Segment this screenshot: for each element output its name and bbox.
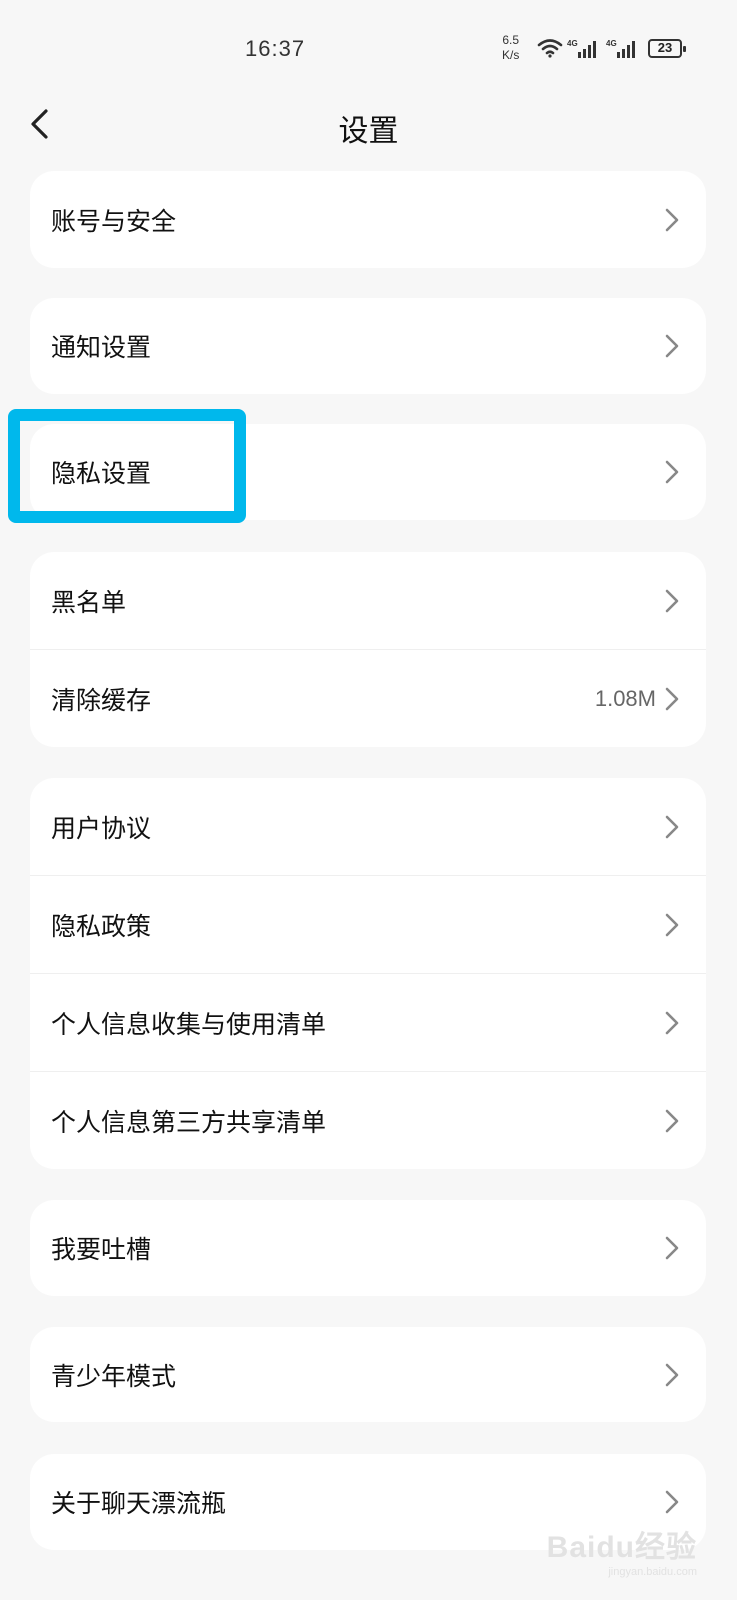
chevron-right-icon [665, 1109, 679, 1132]
status-bar: 16:37 6.5 K/s 4G 4G 23 [0, 0, 737, 92]
chevron-right-icon [665, 913, 679, 936]
setting-item-label: 账号与安全 [51, 206, 177, 236]
cache-size-value: 1.08M [594, 685, 656, 711]
chevron-right-icon [665, 208, 679, 231]
cellular-signal-1-icon: 4G [567, 39, 596, 58]
chevron-right-icon [665, 460, 679, 484]
chevron-right-icon [665, 1236, 679, 1260]
network-speed: 6.5 K/s [502, 33, 519, 63]
setting-item-label: 青少年模式 [51, 1361, 177, 1391]
battery-icon: 23 [648, 39, 686, 58]
chevron-right-icon [665, 1011, 679, 1034]
header: 设置 [0, 92, 737, 156]
setting-item-notification[interactable]: 通知设置 [30, 298, 706, 394]
chevron-right-icon [665, 334, 679, 358]
setting-item-clear-cache[interactable]: 清除缓存 1.08M [30, 649, 706, 747]
network-type-2: 4G [606, 39, 617, 48]
chevron-right-icon [665, 1490, 679, 1514]
setting-item-label: 隐私政策 [51, 911, 152, 941]
battery-level: 23 [657, 40, 673, 55]
setting-item-feedback[interactable]: 我要吐槽 [30, 1200, 706, 1296]
chevron-right-icon [665, 815, 679, 838]
setting-item-label: 我要吐槽 [51, 1235, 152, 1264]
network-type-1: 4G [567, 39, 578, 48]
settings-group-teen-mode: 青少年模式 [30, 1327, 706, 1422]
settings-group-notification: 通知设置 [30, 298, 706, 394]
settings-group-feedback: 我要吐槽 [30, 1200, 706, 1296]
setting-item-user-agreement[interactable]: 用户协议 [30, 778, 706, 875]
cellular-signal-2-icon: 4G [606, 39, 635, 58]
baidu-jingyan-watermark: Baidu经验 jingyan.baidu.com [547, 1522, 697, 1578]
settings-group-blacklist-cache: 黑名单 清除缓存 1.08M [30, 552, 706, 747]
setting-item-label: 个人信息第三方共享清单 [51, 1107, 327, 1137]
setting-item-teen-mode[interactable]: 青少年模式 [30, 1327, 706, 1422]
settings-group-account: 账号与安全 [30, 171, 706, 268]
setting-item-personal-info-collection[interactable]: 个人信息收集与使用清单 [30, 973, 706, 1071]
settings-group-agreements: 用户协议 隐私政策 个人信息收集与使用清单 个人信息第三方共享清单 [30, 778, 706, 1169]
setting-item-third-party-sharing[interactable]: 个人信息第三方共享清单 [30, 1071, 706, 1169]
page-title: 设置 [338, 114, 399, 149]
network-speed-value: 6.5 [502, 33, 520, 47]
network-speed-unit: K/s [502, 48, 520, 62]
setting-item-account-security[interactable]: 账号与安全 [30, 171, 706, 268]
setting-item-label: 通知设置 [51, 333, 152, 362]
setting-item-label: 个人信息收集与使用清单 [51, 1009, 327, 1039]
setting-item-label: 清除缓存 [51, 685, 152, 715]
chevron-right-icon [665, 589, 679, 612]
setting-item-privacy-policy[interactable]: 隐私政策 [30, 875, 706, 973]
setting-item-label: 用户协议 [51, 813, 152, 843]
watermark-url: jingyan.baidu.com [608, 1566, 697, 1578]
status-time: 16:37 [245, 36, 306, 61]
wifi-icon [537, 39, 563, 58]
setting-item-label: 黑名单 [51, 587, 127, 617]
highlight-box [8, 409, 246, 523]
chevron-right-icon [665, 687, 679, 710]
setting-item-label: 关于聊天漂流瓶 [51, 1489, 227, 1518]
chevron-right-icon [665, 1363, 679, 1386]
watermark-brand: Baidu经验 [546, 1531, 697, 1564]
setting-item-blacklist[interactable]: 黑名单 [30, 552, 706, 649]
